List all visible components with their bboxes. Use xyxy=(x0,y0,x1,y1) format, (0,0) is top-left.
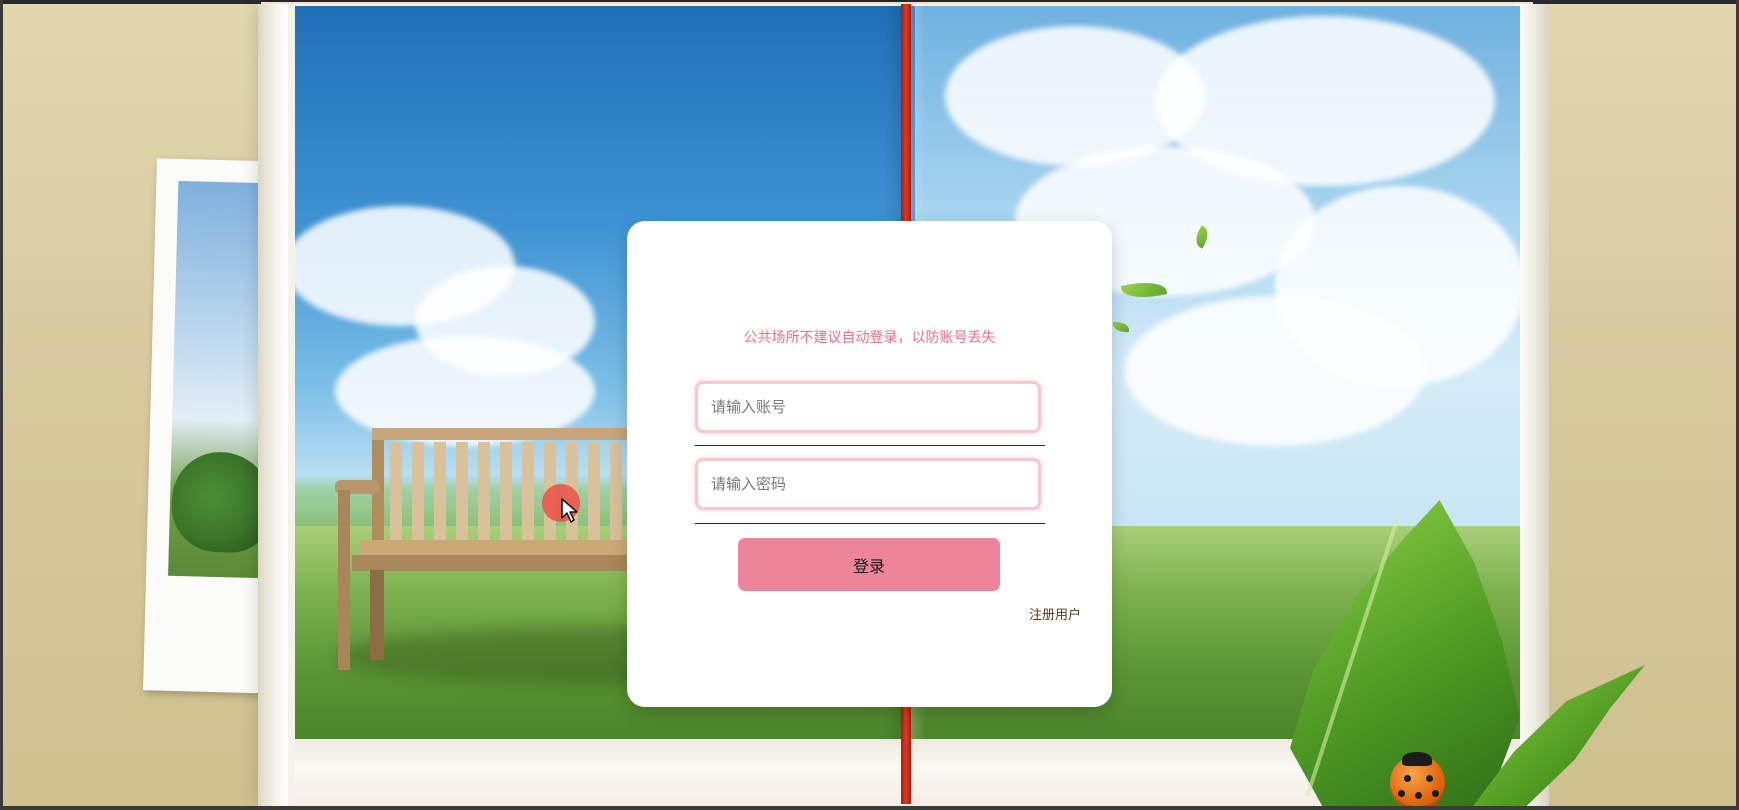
mouse-pointer-icon xyxy=(561,498,578,523)
ladybug-spot xyxy=(1426,775,1433,782)
password-input[interactable] xyxy=(698,461,1038,507)
register-link[interactable]: 注册用户 xyxy=(1029,604,1081,623)
ladybug-spot xyxy=(1398,790,1405,797)
password-underline xyxy=(695,523,1045,524)
bench-icon xyxy=(335,428,630,670)
ladybug-spot xyxy=(1415,792,1422,799)
cloud-icon xyxy=(1125,296,1425,446)
book-right-edge xyxy=(1515,4,1549,806)
login-hint-text: 公共场所不建议自动登录，以防账号丢失 xyxy=(743,330,996,346)
login-card: 公共场所不建议自动登录，以防账号丢失 登录 注册用户 xyxy=(627,221,1112,707)
username-field[interactable] xyxy=(695,381,1041,433)
password-field[interactable] xyxy=(695,458,1041,510)
username-input[interactable] xyxy=(698,384,1038,430)
window-left-edge xyxy=(0,0,3,810)
book-left-edge xyxy=(258,4,288,806)
login-button[interactable]: 登录 xyxy=(738,538,1000,591)
ladybug-spot xyxy=(1404,775,1411,782)
window-bottom-edge xyxy=(0,806,1739,810)
ladybug-head xyxy=(1402,752,1432,766)
username-underline xyxy=(695,445,1045,446)
login-page-background: 公共场所不建议自动登录，以防账号丢失 登录 注册用户 xyxy=(0,0,1739,810)
ladybug-spot xyxy=(1432,790,1439,797)
